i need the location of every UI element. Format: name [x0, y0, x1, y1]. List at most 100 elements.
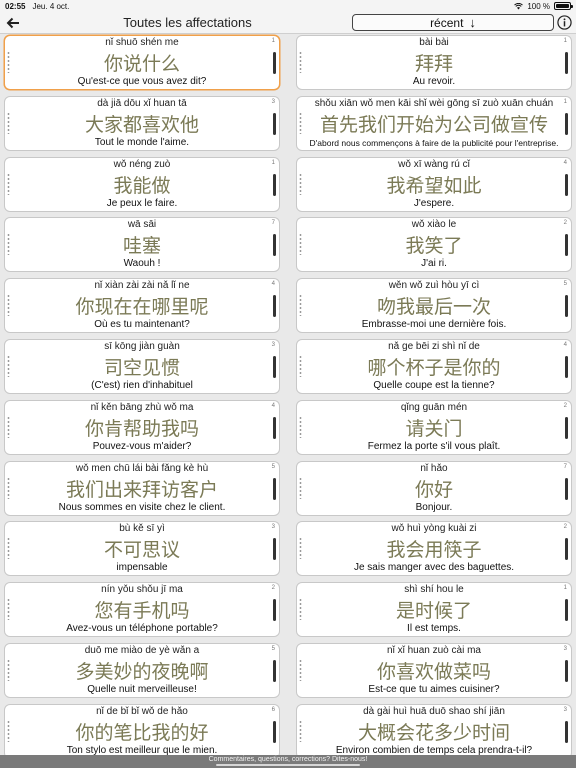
phrase-card[interactable]: 7 nǐ hǎo 你好 Bonjour.	[296, 460, 572, 516]
card-scrollbar[interactable]	[565, 720, 568, 743]
card-scrollbar[interactable]	[273, 112, 276, 135]
drag-handle[interactable]	[7, 111, 10, 134]
card-hanzi: 你说什么	[103, 53, 180, 75]
phrase-card[interactable]: 2 nín yǒu shǒu jī ma 您有手机吗 Avez-vous un tél…	[4, 582, 280, 638]
card-scrollbar[interactable]	[565, 477, 568, 500]
card-count: 5	[563, 281, 567, 288]
card-pinyin: shì shí hou le	[404, 584, 464, 596]
card-scrollbar[interactable]	[273, 720, 276, 743]
phrase-card[interactable]: 1 bài bài 拜拜 Au revoir.	[296, 35, 572, 90]
phrase-card[interactable]: 4 nǐ xiàn zài zài nǎ lǐ ne 你现在在哪里呢 Où es tu…	[4, 278, 280, 334]
card-scrollbar[interactable]	[273, 599, 276, 622]
card-scrollbar[interactable]	[273, 52, 276, 74]
drag-handle[interactable]	[7, 719, 10, 742]
card-scrollbar[interactable]	[273, 356, 276, 378]
card-scrollbar[interactable]	[565, 660, 568, 682]
card-scrollbar[interactable]	[273, 295, 276, 318]
drag-handle[interactable]	[7, 476, 10, 499]
card-scrollbar[interactable]	[565, 52, 568, 74]
card-scrollbar[interactable]	[565, 356, 568, 378]
drag-handle[interactable]	[7, 537, 10, 560]
drag-handle[interactable]	[299, 476, 302, 499]
phrase-card[interactable]: 1 wǒ néng zuò 我能做 Je peux le faire.	[4, 156, 280, 212]
drag-handle[interactable]	[7, 233, 10, 256]
card-scrollbar[interactable]	[273, 538, 276, 561]
phrase-card[interactable]: 1 shì shí hou le 是时候了 Il est temps.	[296, 582, 572, 638]
card-translation: Waouh !	[123, 258, 161, 270]
card-hanzi: 不可思议	[103, 539, 180, 562]
card-scrollbar[interactable]	[565, 295, 568, 318]
card-scrollbar[interactable]	[273, 234, 276, 257]
home-indicator	[216, 764, 360, 766]
drag-handle[interactable]	[7, 415, 10, 438]
drag-handle[interactable]	[299, 172, 302, 195]
phrase-card[interactable]: 1 shǒu xiān wǒ men kāi shǐ wèi gōng sī zu…	[296, 95, 572, 151]
card-translation: D'abord nous commençons à faire de la pu…	[309, 137, 559, 148]
card-count: 2	[563, 402, 567, 409]
card-pinyin: nǐ kěn bāng zhù wǒ ma	[90, 401, 194, 413]
drag-handle[interactable]	[7, 172, 10, 195]
phrase-card[interactable]: 7 wā sāi 哇塞 Waouh !	[4, 217, 280, 273]
card-scrollbar[interactable]	[565, 234, 568, 257]
phrase-card[interactable]: 2 wǒ huì yòng kuài zi 我会用筷子 Je sais manger …	[296, 521, 572, 577]
drag-handle[interactable]	[7, 659, 10, 681]
card-pinyin: wā sāi	[127, 219, 157, 231]
card-scrollbar[interactable]	[565, 173, 568, 196]
info-icon[interactable]	[557, 15, 572, 30]
phrase-card[interactable]: 2 wǒ xiào le 我笑了 J'ai ri.	[296, 217, 572, 273]
phrase-card[interactable]: 4 wǒ xī wàng rú cǐ 我希望如此 J'espere.	[296, 156, 572, 212]
phrase-card[interactable]: 4 nǐ kěn bāng zhù wǒ ma 你肯帮助我吗 Pouvez-vous …	[4, 399, 280, 455]
phrase-card[interactable]: 3 nǐ xǐ huan zuò cài ma 你喜欢做菜吗 Est-ce que t…	[296, 643, 572, 698]
sort-button[interactable]: récent ↓	[352, 14, 554, 31]
drag-handle[interactable]	[7, 294, 10, 317]
card-pinyin: shǒu xiān wǒ men kāi shǐ wèi gōng sī zuò…	[314, 97, 554, 109]
phrase-card[interactable]: 3 bù kě sī yì 不可思议 impensable	[4, 521, 280, 577]
card-scrollbar[interactable]	[273, 173, 276, 196]
phrase-card[interactable]: 3 sī kōng jiàn guàn 司空见惯 (C'est) rien d'inh…	[4, 339, 280, 394]
drag-handle[interactable]	[7, 598, 10, 621]
drag-handle[interactable]	[299, 294, 302, 317]
card-translation: Embrasse-moi une dernière fois.	[361, 319, 507, 331]
phrase-card[interactable]: 1 nǐ shuō shén me 你说什么 Qu'est-ce que vous a…	[4, 35, 280, 90]
card-hanzi: 你的笔比我的好	[75, 721, 209, 744]
drag-handle[interactable]	[7, 51, 10, 73]
page-title: Toutes les affectations	[123, 15, 252, 30]
phrase-card[interactable]: 4 nǎ ge bēi zi shì nǐ de 哪个杯子是你的 Quelle cou…	[296, 339, 572, 394]
card-scrollbar[interactable]	[565, 538, 568, 561]
phrase-card[interactable]: 5 wěn wǒ zuì hòu yī cì 吻我最后一次 Embrasse-moi …	[296, 278, 572, 334]
drag-handle[interactable]	[299, 233, 302, 256]
card-translation: J'espere.	[413, 197, 455, 209]
drag-handle[interactable]	[299, 111, 302, 134]
phrase-card[interactable]: 3 dà jiā dōu xǐ huan tā 大家都喜欢他 Tout le mond…	[4, 95, 280, 151]
card-count: 1	[563, 585, 567, 592]
drag-handle[interactable]	[299, 719, 302, 742]
drag-handle[interactable]	[299, 355, 302, 377]
phrase-card[interactable]: 2 qǐng guān mén 请关门 Fermez la porte s'il vo…	[296, 399, 572, 455]
card-scrollbar[interactable]	[273, 660, 276, 682]
card-scrollbar[interactable]	[565, 416, 568, 439]
card-translation: Quelle coupe est la tienne?	[373, 380, 495, 391]
drag-handle[interactable]	[7, 355, 10, 377]
card-scrollbar[interactable]	[273, 416, 276, 439]
card-pinyin: wǒ xiào le	[411, 219, 457, 231]
card-count: 3	[563, 706, 567, 713]
drag-handle[interactable]	[299, 415, 302, 438]
card-count: 4	[271, 402, 275, 409]
card-hanzi: 你喜欢做菜吗	[376, 661, 491, 683]
card-pinyin: bài bài	[419, 37, 449, 48]
feedback-bar[interactable]: Commentaires, questions, corrections? Di…	[0, 755, 576, 768]
card-scrollbar[interactable]	[565, 112, 568, 135]
card-scrollbar[interactable]	[273, 477, 276, 500]
drag-handle[interactable]	[299, 659, 302, 681]
back-button[interactable]	[4, 14, 22, 32]
phrase-card[interactable]: 6 nǐ de bǐ bǐ wǒ de hǎo 你的笔比我的好 Ton stylo e…	[4, 703, 280, 759]
drag-handle[interactable]	[299, 598, 302, 621]
card-scrollbar[interactable]	[565, 599, 568, 622]
phrase-card[interactable]: 3 dà gài huì huā duō shao shí jiān 大概会花多少时…	[296, 703, 572, 759]
card-pinyin: nǐ hǎo	[420, 462, 448, 474]
drag-handle[interactable]	[299, 51, 302, 73]
phrase-card[interactable]: 5 wǒ men chū lái bài fǎng kè hù 我们出来拜访客户 No…	[4, 460, 280, 516]
phrase-card[interactable]: 5 duō me miào de yè wǎn a 多美妙的夜晚啊 Quelle nu…	[4, 643, 280, 698]
status-time: 02:55	[5, 1, 26, 11]
drag-handle[interactable]	[299, 537, 302, 560]
